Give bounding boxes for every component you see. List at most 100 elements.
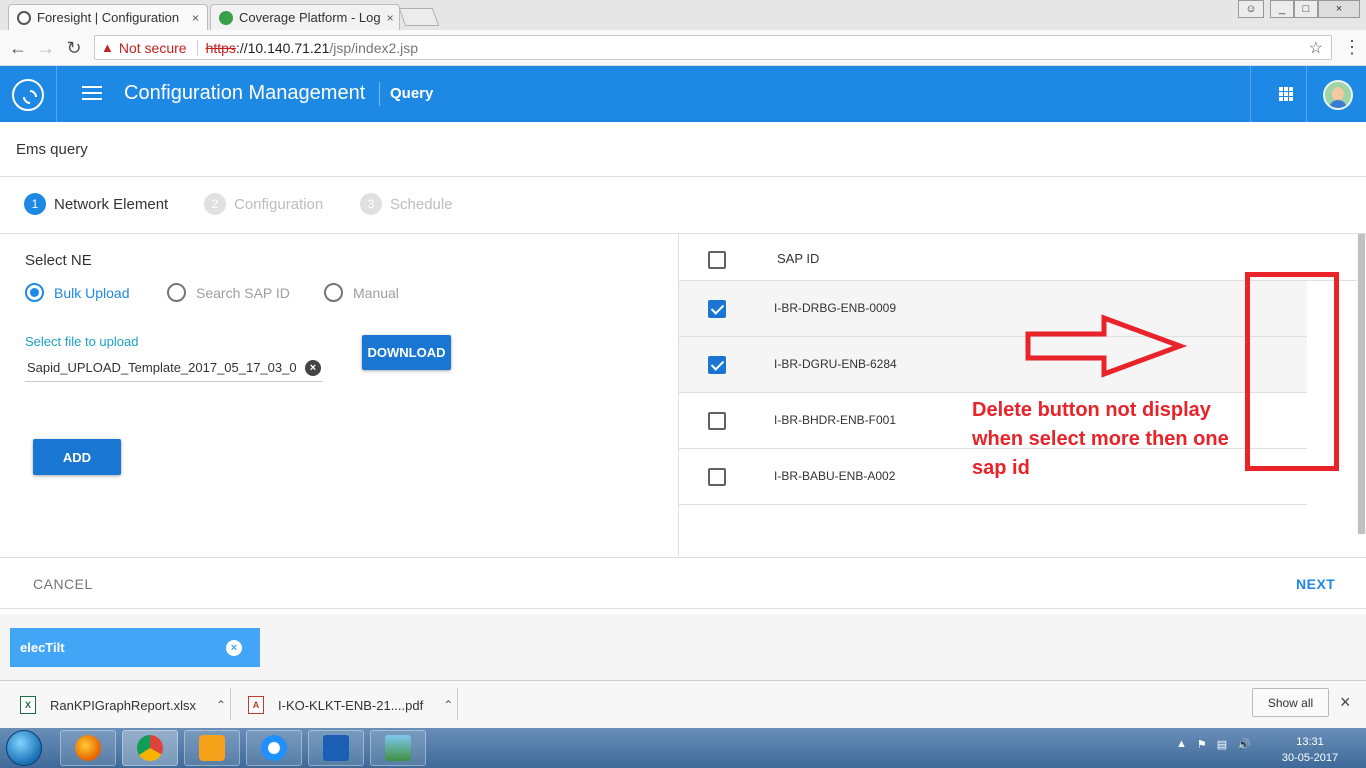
table-row[interactable]: I-BR-DRBG-ENB-0009 <box>679 281 1307 337</box>
chip-label: elecTilt <box>20 640 65 655</box>
clock-date: 30-05-2017 <box>1281 752 1339 764</box>
user-avatar[interactable] <box>1323 80 1353 110</box>
tab-foresight[interactable]: Foresight | Configuration × <box>8 4 208 30</box>
clear-file-icon[interactable]: × <box>305 360 321 376</box>
tab-title: Coverage Platform - Log <box>239 10 381 25</box>
jio-favicon-icon <box>219 10 233 25</box>
radio-button[interactable] <box>324 283 343 302</box>
system-tray[interactable]: ▲ ⚑ ▤ 🔊 <box>1176 738 1251 751</box>
page-title: Ems query <box>16 141 88 158</box>
new-tab-button[interactable] <box>398 8 440 26</box>
url-path: /jsp/index2.jsp <box>329 39 419 56</box>
annotation-highlight-box <box>1245 272 1339 471</box>
radio-label: Bulk Upload <box>54 284 130 301</box>
row-checkbox[interactable] <box>708 412 726 430</box>
annotation-arrow-icon <box>1025 314 1188 378</box>
sap-id-cell: I-BR-DGRU-ENB-6284 <box>774 357 897 371</box>
hamburger-menu-icon[interactable] <box>82 86 102 102</box>
url-host: ://10.140.71.21 <box>235 39 330 56</box>
chip-close-icon[interactable]: × <box>226 640 242 656</box>
flag-icon[interactable]: ⚑ <box>1197 738 1207 751</box>
shelf-divider <box>230 688 231 720</box>
close-shelf-icon[interactable]: × <box>1340 692 1351 713</box>
radio-bulk-upload[interactable]: Bulk Upload <box>25 283 130 302</box>
warning-icon: ▲ <box>101 40 114 55</box>
row-checkbox[interactable] <box>708 300 726 318</box>
chrome-taskbar-icon[interactable] <box>122 730 178 766</box>
scrollbar-thumb[interactable] <box>1358 234 1365 534</box>
step-label: Configuration <box>234 195 324 213</box>
minimize-button[interactable]: _ <box>1270 0 1294 18</box>
url-scheme: https <box>205 39 236 56</box>
reload-icon[interactable]: ↻ <box>63 37 85 59</box>
radio-button[interactable] <box>25 283 44 302</box>
download-item-pdf[interactable]: A I-KO-KLKT-ENB-21....pdf ⌃ <box>248 688 453 722</box>
system-clock[interactable]: 13:31 30-05-2017 <box>1276 734 1344 766</box>
row-checkbox[interactable] <box>708 468 726 486</box>
photo-viewer-taskbar-icon[interactable] <box>370 730 426 766</box>
internet-explorer-taskbar-icon[interactable] <box>246 730 302 766</box>
radio-button[interactable] <box>167 283 186 302</box>
file-upload-field[interactable]: Sapid_UPLOAD_Template_2017_05_17_03_0 <box>25 358 323 382</box>
restore-button[interactable]: □ <box>1294 0 1318 18</box>
step-network-element[interactable]: 1 Network Element <box>24 193 168 215</box>
app-title: Configuration Management <box>124 82 366 104</box>
title-divider <box>379 82 380 106</box>
step-configuration[interactable]: 2 Configuration <box>204 193 323 215</box>
row-checkbox[interactable] <box>708 356 726 374</box>
divider <box>0 233 1366 234</box>
tab-close-icon[interactable]: × <box>192 11 199 25</box>
tab-title: Foresight | Configuration <box>37 10 180 25</box>
step-number: 3 <box>360 193 382 215</box>
app-logo-icon[interactable] <box>12 79 44 111</box>
file-upload-label: Select file to upload <box>25 334 139 349</box>
next-button[interactable]: NEXT <box>1296 576 1335 592</box>
step-label: Schedule <box>390 195 453 213</box>
excel-file-icon: X <box>20 696 36 714</box>
back-arrow-icon[interactable]: ← <box>7 37 29 59</box>
media-player-taskbar-icon[interactable] <box>184 730 240 766</box>
bookmark-star-icon[interactable]: ☆ <box>1309 38 1323 58</box>
download-item-xlsx[interactable]: X RanKPIGraphReport.xlsx ⌃ <box>20 688 226 722</box>
table-row[interactable]: I-BR-DGRU-ENB-6284 <box>679 337 1307 393</box>
windows-start-icon[interactable] <box>6 730 42 766</box>
download-filename: I-KO-KLKT-ENB-21....pdf <box>278 697 424 713</box>
browser-menu-icon[interactable]: ⋮ <box>1343 37 1361 58</box>
tab-close-icon[interactable]: × <box>387 11 394 25</box>
lync-taskbar-icon[interactable] <box>308 730 364 766</box>
address-bar[interactable]: ▲ Not secure https ://10.140.71.21 /jsp/… <box>94 35 1332 60</box>
volume-icon[interactable]: 🔊 <box>1237 738 1251 751</box>
clock-time: 13:31 <box>1296 736 1324 748</box>
forward-arrow-icon[interactable]: → <box>35 37 57 59</box>
sap-id-cell: I-BR-BHDR-ENB-F001 <box>774 413 897 427</box>
radio-label: Search SAP ID <box>196 284 290 301</box>
header-divider <box>1250 66 1251 122</box>
download-filename: RanKPIGraphReport.xlsx <box>50 697 196 713</box>
radio-label: Manual <box>353 284 399 301</box>
chevron-up-icon[interactable]: ⌃ <box>443 698 453 712</box>
step-label: Network Element <box>54 195 169 213</box>
profile-icon[interactable]: ☺ <box>1238 0 1264 18</box>
security-status[interactable]: Not secure <box>119 40 187 56</box>
radio-manual[interactable]: Manual <box>324 283 399 302</box>
tray-expand-icon[interactable]: ▲ <box>1176 738 1187 751</box>
radio-search-sap-id[interactable]: Search SAP ID <box>167 283 290 302</box>
cancel-button[interactable]: CANCEL <box>33 576 93 592</box>
chevron-up-icon[interactable]: ⌃ <box>216 698 226 712</box>
show-all-button[interactable]: Show all <box>1252 688 1329 717</box>
divider <box>0 608 1366 609</box>
omnibox-divider <box>196 39 198 56</box>
close-window-button[interactable]: × <box>1318 0 1360 18</box>
apps-grid-icon[interactable] <box>1279 87 1293 101</box>
pdf-file-icon: A <box>248 696 264 714</box>
tab-coverage-platform[interactable]: Coverage Platform - Log × <box>210 4 400 30</box>
network-icon[interactable]: ▤ <box>1217 738 1227 751</box>
eleTilt-chip[interactable]: elecTilt × <box>10 628 260 667</box>
query-nav-link[interactable]: Query <box>390 85 433 102</box>
firefox-taskbar-icon[interactable] <box>60 730 116 766</box>
step-schedule[interactable]: 3 Schedule <box>360 193 453 215</box>
download-button[interactable]: DOWNLOAD <box>362 335 451 370</box>
add-button[interactable]: ADD <box>33 439 121 475</box>
select-all-checkbox[interactable] <box>708 251 726 269</box>
step-number: 2 <box>204 193 226 215</box>
